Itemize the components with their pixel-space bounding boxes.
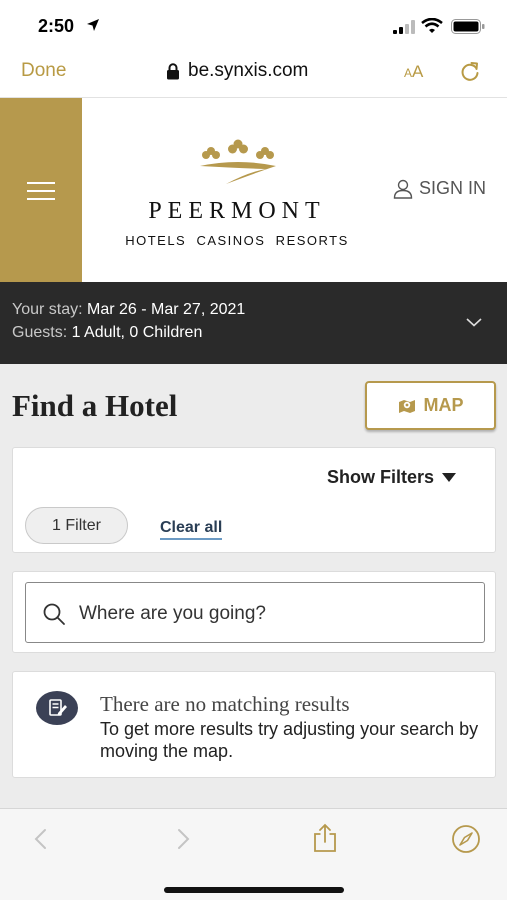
user-icon	[393, 179, 413, 199]
filter-count-pill[interactable]: 1 Filter	[25, 507, 128, 544]
show-filters-label: Show Filters	[327, 467, 435, 487]
caret-down-icon	[442, 473, 457, 482]
wifi-icon	[421, 18, 443, 33]
no-results-message: To get more results try adjusting your s…	[100, 719, 479, 761]
clear-all-link[interactable]: Clear all	[160, 519, 223, 540]
hamburger-icon	[27, 182, 55, 200]
brand-name: PEERMONT	[148, 198, 326, 224]
stay-value: Mar 26 - Mar 27, 2021	[82, 301, 246, 318]
location-arrow-icon	[87, 19, 99, 31]
done-button[interactable]: Done	[21, 60, 66, 82]
show-filters-button[interactable]: Show Filters	[327, 467, 457, 488]
page-title: Find a Hotel	[12, 388, 178, 423]
crown-logo-icon	[200, 139, 276, 184]
stay-guests: Guests: 1 Adult, 0 Children	[12, 324, 202, 342]
guests-label: Guests:	[12, 324, 68, 341]
sign-in-label: SIGN IN	[419, 178, 487, 198]
status-bar: 2:50	[0, 0, 507, 50]
guests-value: 1 Adult, 0 Children	[67, 324, 203, 341]
search-box[interactable]	[25, 582, 485, 643]
chevron-down-icon[interactable]	[465, 316, 483, 328]
menu-button[interactable]	[0, 98, 82, 282]
site-header: PEERMONT HOTELS CASINOS RESORTS SIGN IN	[0, 98, 507, 282]
filters-card: Show Filters 1 Filter Clear all	[12, 447, 496, 553]
reload-icon[interactable]	[458, 59, 482, 83]
no-results-title: There are no matching results	[100, 692, 350, 716]
text-size-large-label: A	[412, 62, 424, 81]
cellular-signal-icon	[393, 20, 415, 34]
search-icon	[43, 603, 65, 625]
lock-icon	[167, 62, 179, 79]
map-icon	[398, 399, 415, 413]
map-button-label: MAP	[423, 395, 464, 415]
stay-summary-bar[interactable]: Your stay: Mar 26 - Mar 27, 2021 Guests:…	[0, 282, 507, 364]
address-bar[interactable]: be.synxis.com	[166, 60, 308, 82]
home-indicator	[164, 887, 344, 893]
browser-toolbar	[0, 808, 507, 900]
text-size-small-label: A	[404, 66, 413, 80]
stay-label: Your stay:	[12, 301, 83, 318]
status-time: 2:50	[38, 16, 75, 36]
battery-icon	[451, 19, 485, 34]
map-button[interactable]: MAP	[365, 381, 496, 430]
search-input[interactable]	[79, 600, 469, 628]
results-card: There are no matching results To get mor…	[12, 671, 496, 778]
brand-tagline: HOTELS CASINOS RESORTS	[125, 233, 349, 248]
text-size-button[interactable]: AA	[404, 62, 423, 82]
compass-icon[interactable]	[451, 824, 481, 854]
sign-in-button[interactable]: SIGN IN	[393, 178, 486, 199]
browser-bar: Done be.synxis.com AA	[0, 50, 507, 98]
search-card	[12, 571, 496, 653]
stay-dates: Your stay: Mar 26 - Mar 27, 2021	[12, 301, 245, 319]
forward-icon[interactable]	[176, 827, 192, 851]
back-icon[interactable]	[32, 827, 48, 851]
peermont-logo[interactable]: PEERMONT HOTELS CASINOS RESORTS	[108, 138, 366, 253]
url-text: be.synxis.com	[188, 60, 309, 81]
no-results-note-icon	[36, 691, 78, 725]
share-icon[interactable]	[312, 823, 338, 853]
